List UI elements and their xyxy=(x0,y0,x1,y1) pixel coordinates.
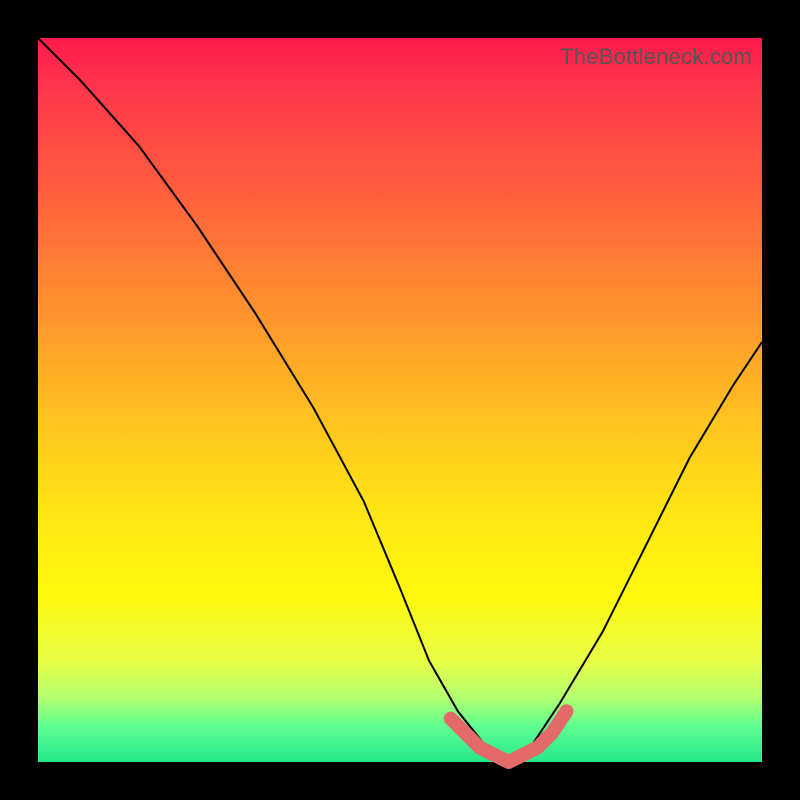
curve-path xyxy=(38,38,762,762)
bottleneck-curve xyxy=(38,38,762,762)
chart-frame: TheBottleneck.com xyxy=(0,0,800,800)
plot-area: TheBottleneck.com xyxy=(38,38,762,762)
